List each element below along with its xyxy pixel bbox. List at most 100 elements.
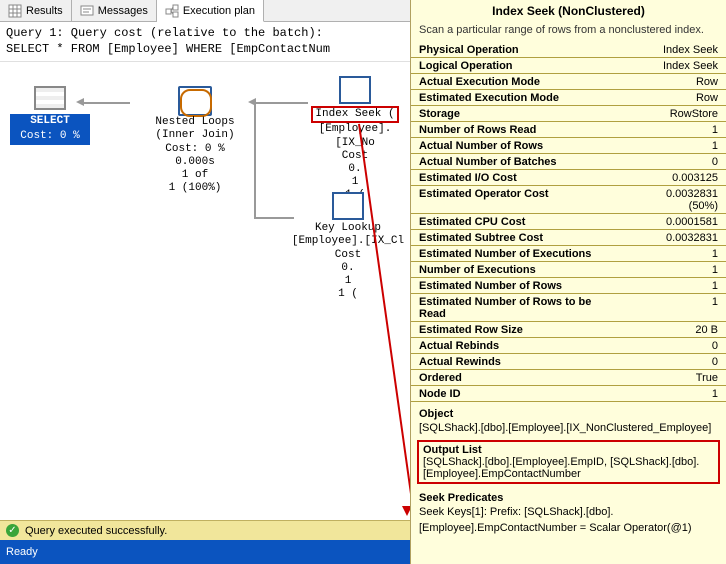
property-key: Estimated Subtree Cost xyxy=(411,230,626,246)
tooltip-property-row: Estimated Number of Rows to be Read1 xyxy=(411,294,726,322)
tooltip-property-row: Estimated Subtree Cost0.0032831 xyxy=(411,230,726,246)
ready-text: Ready xyxy=(6,546,38,558)
property-value: 1 xyxy=(626,386,726,402)
tooltip-property-row: StorageRowStore xyxy=(411,106,726,122)
lookup-pct: 1 ( xyxy=(286,288,410,301)
property-key: Estimated Number of Rows to be Read xyxy=(411,294,626,322)
property-value: 1 xyxy=(626,294,726,322)
property-value: 1 xyxy=(626,138,726,154)
tooltip-property-row: Logical OperationIndex Seek xyxy=(411,58,726,74)
tooltip-property-row: Actual Number of Rows1 xyxy=(411,138,726,154)
property-key: Estimated CPU Cost xyxy=(411,214,626,230)
property-key: Number of Executions xyxy=(411,262,626,278)
property-value: 0.0032831 xyxy=(626,230,726,246)
connector xyxy=(254,217,294,219)
property-value: 1 xyxy=(626,246,726,262)
tooltip-description: Scan a particular range of rows from a n… xyxy=(411,22,726,42)
execution-plan-canvas[interactable]: SELECT Cost: 0 % Nested Loops (Inner Joi… xyxy=(0,62,410,492)
property-value: True xyxy=(626,370,726,386)
tooltip-property-row: Physical OperationIndex Seek xyxy=(411,42,726,58)
status-text: Query executed successfully. xyxy=(25,525,167,537)
property-value: 0 xyxy=(626,338,726,354)
property-value: 0.0001581 xyxy=(626,214,726,230)
property-value: 0.003125 xyxy=(626,170,726,186)
seek-predicates-label: Seek Predicates xyxy=(411,486,726,506)
lookup-cost: Cost xyxy=(286,249,410,262)
plan-node-index-seek[interactable]: Index Seek ( [Employee].[IX_No Cost 0. 1… xyxy=(300,76,410,202)
property-value: 0 xyxy=(626,154,726,170)
plan-node-key-lookup[interactable]: Key Lookup [Employee].[IX_Cl Cost 0. 1 1… xyxy=(286,192,410,301)
property-key: Estimated Execution Mode xyxy=(411,90,626,106)
seek-rows: 1 xyxy=(300,176,410,189)
seek-predicates-value1: Seek Keys[1]: Prefix: [SQLShack].[dbo]. xyxy=(411,506,726,522)
output-list-highlight: Output List [SQLShack].[dbo].[Employee].… xyxy=(417,440,720,484)
lookup-title: Key Lookup xyxy=(286,222,410,235)
property-value: 1 xyxy=(626,122,726,138)
property-value: 1 xyxy=(626,262,726,278)
tooltip-property-row: Estimated CPU Cost0.0001581 xyxy=(411,214,726,230)
nested-loops-icon xyxy=(178,86,212,116)
index-seek-icon xyxy=(339,76,371,104)
property-key: Ordered xyxy=(411,370,626,386)
connector xyxy=(82,102,130,104)
property-key: Number of Rows Read xyxy=(411,122,626,138)
grid-icon xyxy=(8,4,22,18)
tab-messages-label: Messages xyxy=(98,5,148,17)
property-key: Node ID xyxy=(411,386,626,402)
select-result-icon xyxy=(34,86,66,110)
result-tabs: Results Messages Execution plan xyxy=(0,0,410,22)
seek-title: Index Seek ( xyxy=(311,106,398,123)
tab-results-label: Results xyxy=(26,5,63,17)
property-value: 20 B xyxy=(626,322,726,338)
object-label: Object xyxy=(411,402,726,422)
status-bar: ✓ Query executed successfully. xyxy=(0,520,410,540)
property-key: Actual Execution Mode xyxy=(411,74,626,90)
select-label: SELECT xyxy=(10,114,90,129)
property-key: Estimated I/O Cost xyxy=(411,170,626,186)
property-value: RowStore xyxy=(626,106,726,122)
ready-bar: Ready xyxy=(0,540,410,564)
output-list-value: [SQLShack].[dbo].[Employee].EmpID, [SQLS… xyxy=(423,456,714,480)
tab-messages[interactable]: Messages xyxy=(72,0,157,21)
lookup-time: 0. xyxy=(286,262,410,275)
message-icon xyxy=(80,4,94,18)
tab-results[interactable]: Results xyxy=(0,0,72,21)
property-value: 1 xyxy=(626,278,726,294)
property-value: 0.0032831 (50%) xyxy=(626,186,726,214)
property-value: Index Seek xyxy=(626,42,726,58)
tooltip-property-row: Actual Rewinds0 xyxy=(411,354,726,370)
seek-time: 0. xyxy=(300,163,410,176)
property-key: Physical Operation xyxy=(411,42,626,58)
plan-node-select[interactable]: SELECT Cost: 0 % xyxy=(10,86,90,144)
loops-pct: 1 (100%) xyxy=(120,182,270,195)
success-icon: ✓ xyxy=(6,524,19,537)
tooltip-property-row: OrderedTrue xyxy=(411,370,726,386)
loops-cost: Cost: 0 % xyxy=(120,143,270,156)
tooltip-property-row: Estimated Operator Cost0.0032831 (50%) xyxy=(411,186,726,214)
seek-predicates-value2: [Employee].EmpContactNumber = Scalar Ope… xyxy=(411,522,726,538)
connector xyxy=(254,102,256,219)
tooltip-property-row: Number of Executions1 xyxy=(411,262,726,278)
connector xyxy=(254,102,308,104)
key-lookup-icon xyxy=(332,192,364,220)
tooltip-property-row: Estimated Number of Executions1 xyxy=(411,246,726,262)
tab-execution-plan[interactable]: Execution plan xyxy=(157,0,264,22)
tooltip-title: Index Seek (NonClustered) xyxy=(411,0,726,22)
query-header: Query 1: Query cost (relative to the bat… xyxy=(0,22,410,62)
tab-execplan-label: Execution plan xyxy=(183,5,255,17)
property-key: Actual Number of Rows xyxy=(411,138,626,154)
property-value: Row xyxy=(626,74,726,90)
property-key: Actual Rewinds xyxy=(411,354,626,370)
tooltip-properties-table: Physical OperationIndex SeekLogical Oper… xyxy=(411,42,726,402)
tooltip-property-row: Estimated I/O Cost0.003125 xyxy=(411,170,726,186)
tooltip-property-row: Number of Rows Read1 xyxy=(411,122,726,138)
property-key: Estimated Row Size xyxy=(411,322,626,338)
output-list-label: Output List xyxy=(423,444,714,456)
tooltip-property-row: Node ID1 xyxy=(411,386,726,402)
loops-title: Nested Loops xyxy=(120,116,270,129)
object-value: [SQLShack].[dbo].[Employee].[IX_NonClust… xyxy=(411,422,726,438)
property-key: Logical Operation xyxy=(411,58,626,74)
property-key: Estimated Operator Cost xyxy=(411,186,626,214)
loops-rows: 1 of xyxy=(120,169,270,182)
loops-sub: (Inner Join) xyxy=(120,129,270,142)
